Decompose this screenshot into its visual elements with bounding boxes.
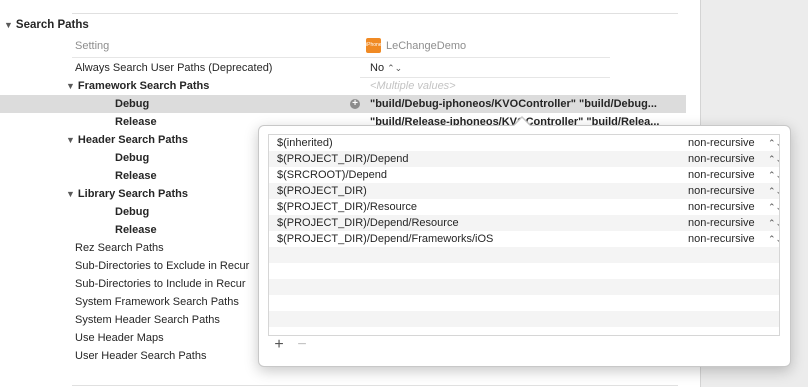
path-text[interactable]: $(PROJECT_DIR)/Depend/Resource	[277, 215, 459, 231]
recursion-mode[interactable]: non-recursive	[688, 183, 755, 199]
stepper-icon[interactable]: ⌃⌄	[768, 231, 779, 247]
stepper-icon[interactable]: ⌃⌄	[768, 151, 779, 167]
popover-arrow	[513, 118, 531, 127]
setting-label: Release	[115, 224, 157, 236]
list-item[interactable]: $(PROJECT_DIR)/Resource non-recursive ⌃⌄	[269, 199, 779, 215]
disclosure-triangle-icon[interactable]: ▼	[66, 131, 75, 149]
stepper-icon[interactable]: ⌃⌄	[768, 167, 779, 183]
target-column-header: LeChangeDemo	[386, 40, 467, 52]
setting-label: Debug	[115, 98, 150, 110]
setting-row-framework-search-paths[interactable]: ▼ Framework Search Paths <Multiple values…	[0, 77, 686, 95]
setting-label: Sub-Directories to Exclude in Recur	[75, 260, 250, 272]
setting-label: System Header Search Paths	[75, 314, 220, 326]
disclosure-triangle-icon[interactable]: ▼	[4, 20, 13, 30]
recursion-mode[interactable]: non-recursive	[688, 135, 755, 151]
path-text[interactable]: $(PROJECT_DIR)	[277, 183, 367, 199]
setting-label: System Framework Search Paths	[75, 296, 239, 308]
add-condition-icon[interactable]: +	[350, 99, 360, 109]
recursion-mode[interactable]: non-recursive	[688, 231, 755, 247]
popover-toolbar: + −	[271, 336, 310, 354]
setting-label: User Header Search Paths	[75, 350, 207, 362]
setting-label: Debug	[115, 206, 150, 218]
recursion-mode[interactable]: non-recursive	[688, 151, 755, 167]
label-text: Header Search Paths	[77, 134, 188, 146]
search-paths-popover: $(inherited) non-recursive ⌃⌄ $(PROJECT_…	[258, 125, 791, 367]
empty-list-row	[269, 263, 779, 279]
setting-value[interactable]: <Multiple values>	[370, 77, 456, 95]
recursion-mode[interactable]: non-recursive	[688, 167, 755, 183]
remove-path-button[interactable]: −	[294, 336, 310, 354]
value-text: No	[370, 62, 385, 74]
path-text[interactable]: $(PROJECT_DIR)/Depend	[277, 151, 408, 167]
list-item[interactable]: $(PROJECT_DIR) non-recursive ⌃⌄	[269, 183, 779, 199]
disclosure-triangle-icon[interactable]: ▼	[66, 185, 75, 203]
list-item[interactable]: $(PROJECT_DIR)/Depend/Frameworks/iOS non…	[269, 231, 779, 247]
path-text[interactable]: $(inherited)	[277, 135, 333, 151]
recursion-mode[interactable]: non-recursive	[688, 215, 755, 231]
label-text: Framework Search Paths	[77, 80, 210, 92]
setting-row-framework-debug[interactable]: Debug + "build/Debug-iphoneos/KVOControl…	[0, 95, 686, 113]
setting-label: Sub-Directories to Include in Recur	[75, 278, 246, 290]
stepper-icon[interactable]: ⌃⌄	[387, 63, 402, 73]
empty-list-row	[269, 279, 779, 295]
setting-label: Release	[115, 170, 157, 182]
setting-value[interactable]: "build/Debug-iphoneos/KVOController" "bu…	[370, 95, 657, 113]
setting-label: Rez Search Paths	[75, 242, 164, 254]
list-item[interactable]: $(inherited) non-recursive ⌃⌄	[269, 135, 779, 151]
section-search-paths[interactable]: ▼ Search Paths	[4, 19, 89, 31]
divider	[72, 57, 610, 58]
divider	[72, 385, 678, 386]
stepper-icon[interactable]: ⌃⌄	[768, 183, 779, 199]
path-text[interactable]: $(PROJECT_DIR)/Depend/Frameworks/iOS	[277, 231, 493, 247]
empty-list-row	[269, 327, 779, 335]
column-header: Setting iPhone LeChangeDemo	[0, 38, 690, 56]
setting-label: Always Search User Paths (Deprecated)	[75, 62, 273, 74]
label-text: Library Search Paths	[77, 188, 188, 200]
stepper-icon[interactable]: ⌃⌄	[768, 215, 779, 231]
section-title: Search Paths	[15, 19, 89, 31]
path-text[interactable]: $(PROJECT_DIR)/Resource	[277, 199, 417, 215]
empty-list-row	[269, 295, 779, 311]
empty-list-row	[269, 247, 779, 263]
stepper-icon[interactable]: ⌃⌄	[768, 135, 779, 151]
empty-list-row	[269, 311, 779, 327]
setting-label: ▼ Library Search Paths	[66, 185, 188, 203]
list-item[interactable]: $(SRCROOT)/Depend non-recursive ⌃⌄	[269, 167, 779, 183]
setting-label: ▼ Header Search Paths	[66, 131, 188, 149]
setting-label: Debug	[115, 152, 150, 164]
stepper-icon[interactable]: ⌃⌄	[768, 199, 779, 215]
setting-row-always-search-user-paths[interactable]: Always Search User Paths (Deprecated) No…	[0, 59, 686, 77]
recursion-mode[interactable]: non-recursive	[688, 199, 755, 215]
setting-label: Release	[115, 116, 157, 128]
setting-label: ▼ Framework Search Paths	[66, 77, 209, 95]
add-path-button[interactable]: +	[271, 336, 287, 354]
list-item[interactable]: $(PROJECT_DIR)/Depend/Resource non-recur…	[269, 215, 779, 231]
setting-column-header: Setting	[75, 40, 110, 52]
setting-label: Use Header Maps	[75, 332, 164, 344]
list-item[interactable]: $(PROJECT_DIR)/Depend non-recursive ⌃⌄	[269, 151, 779, 167]
disclosure-triangle-icon[interactable]: ▼	[66, 77, 75, 95]
divider	[72, 13, 678, 14]
app-target-icon: iPhone	[366, 38, 382, 53]
setting-value[interactable]: No ⌃⌄	[370, 59, 402, 77]
search-paths-list[interactable]: $(inherited) non-recursive ⌃⌄ $(PROJECT_…	[268, 134, 780, 336]
path-text[interactable]: $(SRCROOT)/Depend	[277, 167, 387, 183]
